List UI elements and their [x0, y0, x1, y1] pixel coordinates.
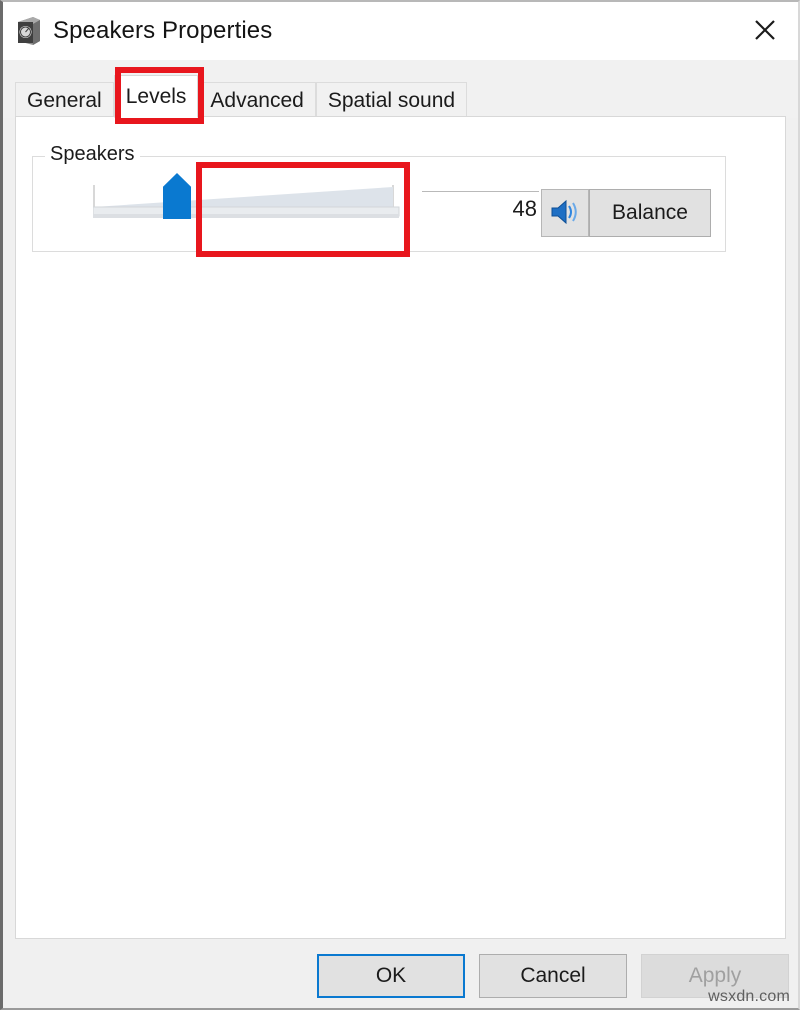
ok-button[interactable]: OK: [317, 954, 465, 998]
value-separator-line: [422, 191, 539, 192]
window-title: Speakers Properties: [53, 17, 273, 44]
volume-control-row: 48 Balance: [33, 157, 725, 251]
title-bar: Speakers Properties: [3, 2, 798, 60]
volume-value: 48: [512, 196, 537, 221]
tab-list: General Levels Advanced Spatial sound: [15, 75, 468, 118]
speakers-properties-window: Speakers Properties General Levels Advan…: [0, 0, 800, 1010]
speakers-group-box: Speakers 48 Balance: [32, 143, 726, 252]
tab-levels[interactable]: Levels: [113, 75, 199, 118]
tab-strip: General Levels Advanced Spatial sound: [3, 60, 798, 118]
tab-levels-label: Levels: [125, 84, 187, 108]
mute-toggle-button[interactable]: [541, 189, 589, 237]
tab-general[interactable]: General: [15, 82, 114, 118]
apply-button-label: Apply: [688, 964, 742, 987]
watermark: wsxdn.com: [708, 988, 790, 1005]
volume-slider[interactable]: [93, 173, 403, 235]
cancel-button-label: Cancel: [520, 964, 586, 987]
volume-slider-thumb-shape: [163, 173, 191, 219]
close-icon[interactable]: [734, 2, 796, 58]
cancel-button[interactable]: Cancel: [479, 954, 627, 998]
ok-button-label: OK: [375, 964, 407, 987]
balance-button[interactable]: Balance: [589, 189, 711, 237]
tab-spatial-sound-label: Spatial sound: [327, 88, 456, 112]
tab-advanced[interactable]: Advanced: [198, 82, 316, 118]
balance-button-label: Balance: [612, 201, 688, 224]
tab-general-label: General: [27, 88, 102, 112]
speaker-volume-icon: [549, 197, 581, 230]
tab-advanced-label: Advanced: [210, 88, 304, 112]
levels-tab-panel: Speakers 48 Balance: [15, 116, 786, 939]
volume-slider-thumb[interactable]: [163, 173, 191, 219]
tab-spatial-sound[interactable]: Spatial sound: [315, 82, 468, 118]
speaker-icon: [15, 16, 41, 46]
